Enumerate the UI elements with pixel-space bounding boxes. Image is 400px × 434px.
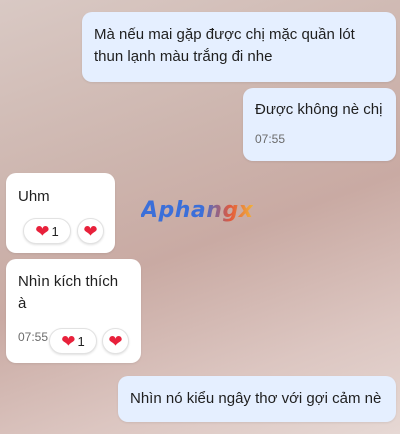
add-reaction-button[interactable]: ❤ <box>102 328 129 354</box>
add-reaction-button[interactable]: ❤ <box>77 218 104 244</box>
watermark-logo: Aphangx <box>141 198 254 223</box>
message-text: Nhìn nó kiểu ngây thơ với gợi cảm nè <box>130 390 382 407</box>
heart-icon: ❤ <box>61 331 76 351</box>
message-timestamp: 07:55 <box>255 132 286 146</box>
reaction-count: 1 <box>77 333 85 349</box>
message-text: Mà nếu mai gặp được chị mặc quần lót thu… <box>94 26 355 65</box>
message-bubble-outgoing[interactable]: Mà nếu mai gặp được chị mặc quần lót thu… <box>82 12 396 82</box>
reaction-badge[interactable]: ❤ 1 <box>23 218 71 244</box>
heart-icon: ❤ <box>83 221 98 241</box>
heart-icon: ❤ <box>108 331 123 351</box>
heart-icon: ❤ <box>35 221 50 241</box>
reaction-count: 1 <box>51 223 59 239</box>
reaction-badge[interactable]: ❤ 1 <box>49 328 97 354</box>
message-text: Nhìn kích thích à <box>18 273 119 312</box>
message-text: Được không nè chị <box>255 101 383 118</box>
message-text: Uhm <box>18 188 50 205</box>
message-bubble-outgoing[interactable]: Được không nè chị 07:55 <box>243 88 396 161</box>
message-bubble-outgoing[interactable]: Nhìn nó kiểu ngây thơ với gợi cảm nè <box>118 376 396 422</box>
